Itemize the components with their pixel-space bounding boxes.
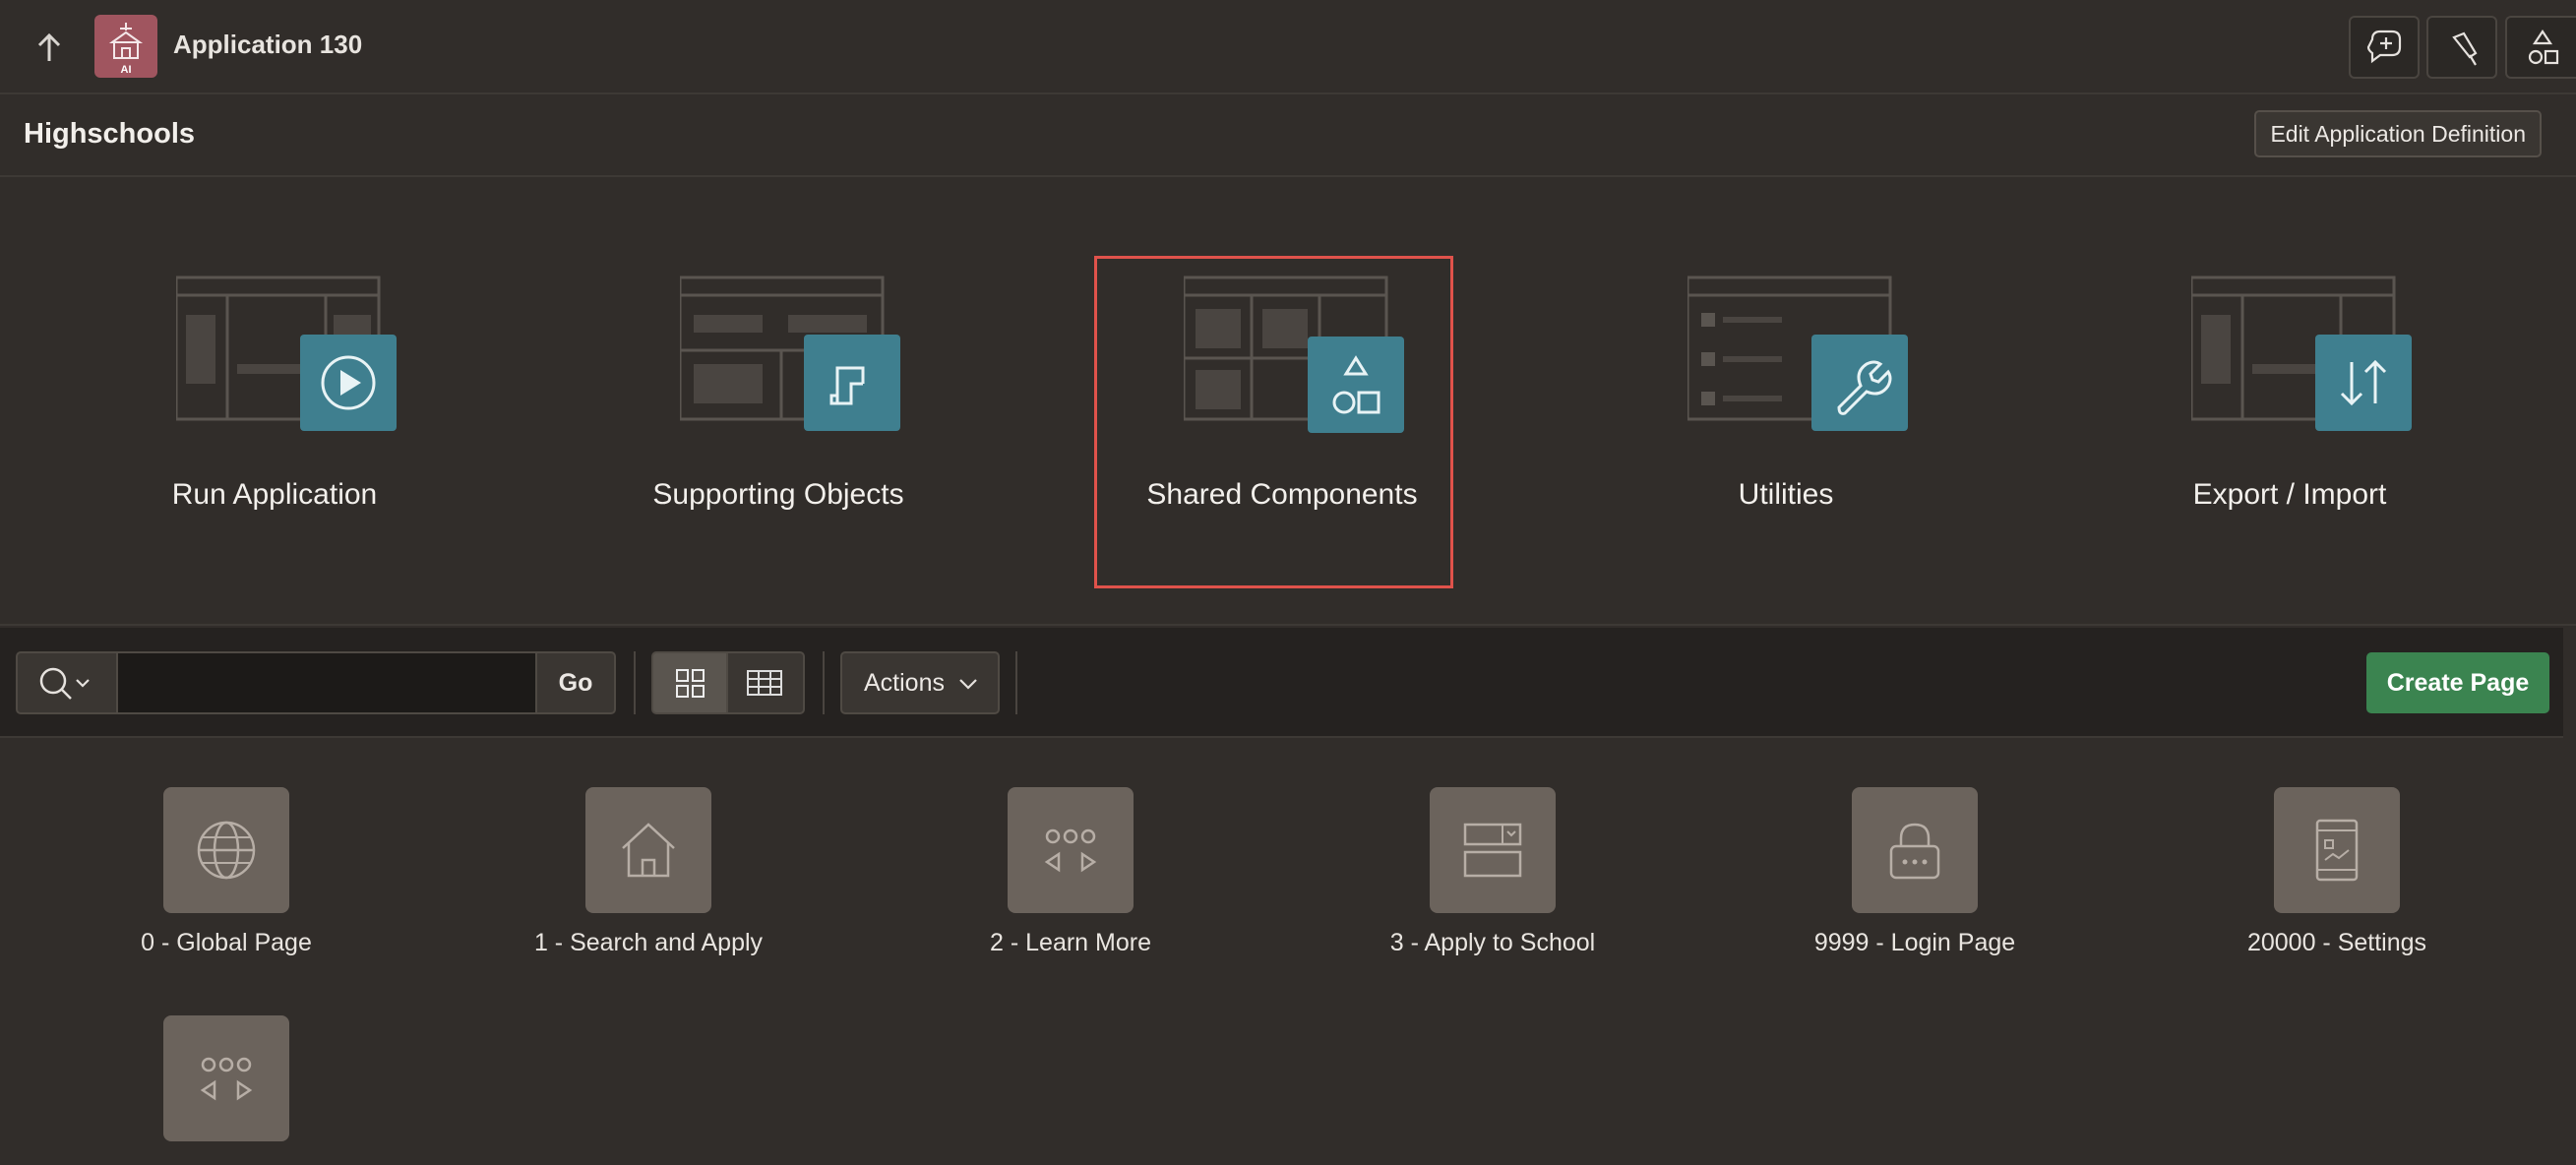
page-card-2[interactable]: 2 - Learn More: [893, 740, 1248, 956]
app-icon: AI: [94, 15, 157, 78]
page-header: Highschools Edit Application Definition: [0, 96, 2576, 177]
window-illustration: [1687, 276, 1908, 431]
top-bar: AI Application 130: [0, 0, 2576, 94]
page-card-0[interactable]: 0 - Global Page: [49, 740, 403, 956]
utilities-tile[interactable]: Utilities: [1638, 256, 1933, 512]
create-page-button[interactable]: Create Page: [2366, 652, 2549, 713]
tile-label: Run Application: [171, 478, 378, 511]
pages-toolbar: Go Actions Create Page: [0, 628, 2563, 738]
divider: [823, 651, 825, 714]
app-badge-text: AI: [121, 64, 132, 76]
page-icon: [163, 787, 289, 913]
divider: [634, 651, 636, 714]
actions-menu-button[interactable]: Actions: [840, 651, 1000, 714]
page-card-more[interactable]: [49, 968, 403, 1165]
page-label: 0 - Global Page: [141, 929, 312, 956]
run-application-tile[interactable]: Run Application: [127, 256, 422, 512]
home-icon: [622, 823, 675, 878]
search-icon: [39, 667, 90, 700]
page-card-9999[interactable]: 9999 - Login Page: [1738, 740, 2092, 956]
app-title: Application 130: [173, 30, 363, 59]
flashlight-icon: [2452, 31, 2478, 66]
lock-icon: [1889, 823, 1940, 880]
carousel-icon: [200, 1057, 253, 1101]
page-icon: [1430, 787, 1556, 913]
page-icon: [1852, 787, 1978, 913]
page-card-1[interactable]: 1 - Search and Apply: [471, 740, 826, 956]
chevron-down-icon: [959, 679, 977, 690]
page-title: Highschools: [24, 118, 196, 150]
hero-tiles: Run Application Supporting Objects Share…: [0, 177, 2576, 626]
grid-icon: [676, 669, 705, 698]
shared-components-button[interactable]: [2505, 16, 2576, 79]
report-view-button[interactable]: [728, 651, 805, 714]
go-button[interactable]: Go: [537, 651, 616, 714]
icon-view-button[interactable]: [651, 651, 728, 714]
tile-label: Utilities: [1738, 478, 1834, 511]
chevron-down-icon: [76, 679, 90, 688]
page-icon: [2274, 787, 2400, 913]
page-icon: [1008, 787, 1134, 913]
table-icon: [747, 670, 782, 696]
actions-label: Actions: [864, 669, 945, 697]
page-icon: [585, 787, 711, 913]
page-card-20000[interactable]: 20000 - Settings: [2160, 740, 2514, 956]
export-import-tile[interactable]: Export / Import: [2142, 256, 2437, 512]
carousel-icon: [1044, 828, 1097, 873]
edit-application-definition-button[interactable]: Edit Application Definition: [2254, 110, 2542, 157]
tile-label: Export / Import: [2192, 478, 2387, 511]
back-arrow-icon[interactable]: [30, 26, 69, 69]
page-label: 20000 - Settings: [2246, 929, 2427, 956]
debug-button[interactable]: [2426, 16, 2497, 79]
form-icon: [1463, 823, 1522, 878]
search-bar: Go: [16, 651, 616, 714]
page-label: 3 - Apply to School: [1389, 929, 1596, 956]
supporting-objects-tile[interactable]: Supporting Objects: [631, 256, 926, 512]
feedback-button[interactable]: [2349, 16, 2420, 79]
window-illustration: [2191, 276, 2412, 431]
tile-label: Shared Components: [1146, 478, 1418, 511]
view-toggle: [651, 651, 805, 714]
window-illustration: [176, 276, 397, 431]
shapes-icon: [2528, 30, 2559, 65]
window-illustration: [1184, 276, 1404, 433]
divider: [1015, 651, 1017, 714]
page-label: 2 - Learn More: [990, 929, 1151, 956]
page-label: 1 - Search and Apply: [533, 929, 764, 956]
search-input[interactable]: [116, 651, 537, 714]
globe-icon: [197, 821, 256, 880]
window-illustration: [680, 276, 900, 431]
search-column-dropdown[interactable]: [16, 651, 116, 714]
page-label: 9999 - Login Page: [1813, 929, 2016, 956]
pages-grid: 0 - Global Page 1 - Search and Apply 2 -…: [0, 740, 2576, 1141]
tile-label: Supporting Objects: [652, 478, 904, 511]
comment-add-icon: [2366, 30, 2402, 64]
page-icon: [163, 1015, 289, 1141]
page-card-3[interactable]: 3 - Apply to School: [1316, 740, 1670, 956]
settings-page-icon: [2315, 819, 2359, 882]
shared-components-tile[interactable]: Shared Components: [1135, 256, 1430, 512]
